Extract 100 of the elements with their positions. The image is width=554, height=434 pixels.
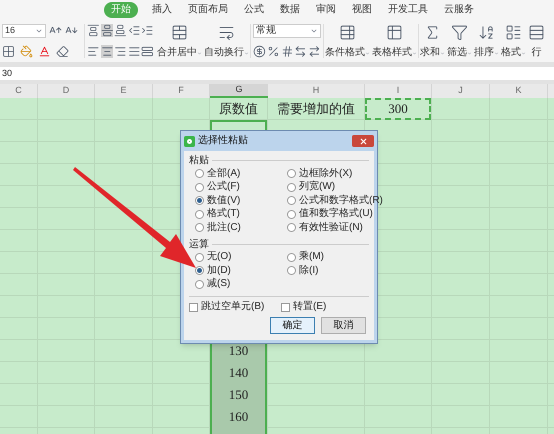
- ribbon-tab[interactable]: 审阅: [314, 2, 338, 18]
- checkbox-label: 转置(E): [293, 302, 326, 312]
- table-cell-text: 130: [228, 342, 250, 360]
- option-label: 值和数字格式(U): [299, 209, 373, 220]
- table-cell-text: 需要增加的值: [276, 100, 356, 118]
- dialog-title: 选择性粘贴: [198, 136, 248, 146]
- align-right-icon[interactable]: [114, 45, 127, 58]
- caret-icon: [521, 50, 526, 56]
- option-label: 无(O): [207, 252, 232, 262]
- align-bottom-icon[interactable]: [114, 24, 127, 37]
- border-icon[interactable]: [2, 45, 15, 58]
- ribbon-tab[interactable]: 公式: [242, 2, 266, 18]
- increase-decimal-icon[interactable]: [294, 45, 308, 58]
- radio-button[interactable]: [287, 196, 296, 206]
- justify-icon[interactable]: [128, 45, 140, 58]
- option-label: 列宽(W): [299, 182, 336, 192]
- caret-icon: [197, 50, 202, 56]
- radio-button[interactable]: [287, 223, 296, 232]
- percent-icon[interactable]: [266, 45, 280, 58]
- radio-button[interactable]: [195, 182, 204, 192]
- indent-decrease-icon[interactable]: [128, 24, 140, 37]
- radio-button[interactable]: [287, 182, 296, 192]
- ribbon-tab[interactable]: 页面布局: [186, 2, 230, 18]
- align-top-icon[interactable]: [87, 24, 100, 37]
- caret-icon: [494, 50, 499, 56]
- ribbon-button[interactable]: 筛选: [447, 48, 472, 58]
- align-middle-icon[interactable]: [100, 24, 114, 37]
- ribbon-button[interactable]: 格式: [501, 48, 526, 58]
- radio-button[interactable]: [195, 266, 204, 276]
- table-cell-text: 140: [228, 364, 250, 382]
- close-button[interactable]: [352, 135, 374, 147]
- ribbon-tab[interactable]: 数据: [278, 2, 302, 18]
- fill-color-icon[interactable]: [20, 45, 33, 58]
- table-icon[interactable]: [339, 24, 356, 41]
- cancel-button[interactable]: 取消: [321, 317, 366, 334]
- checkbox-label: 跳过空单元(B): [201, 302, 264, 312]
- option-label: 数值(V): [207, 196, 240, 206]
- option-label: 乘(M): [299, 252, 324, 262]
- caret-icon: [244, 50, 249, 56]
- number-format-dropdown[interactable]: 常规: [253, 24, 321, 38]
- ribbon-tab[interactable]: 插入: [150, 2, 174, 18]
- radio-button[interactable]: [195, 210, 204, 219]
- ribbon-button[interactable]: 行: [532, 48, 542, 58]
- caret-icon: [440, 50, 445, 56]
- ribbon-button[interactable]: 排序: [474, 48, 499, 58]
- ribbon-button[interactable]: 求和: [420, 48, 445, 58]
- radio-button[interactable]: [287, 252, 296, 262]
- option-label: 除(I): [299, 266, 318, 276]
- indent-increase-icon[interactable]: [141, 24, 154, 37]
- ok-button[interactable]: 确定: [270, 317, 315, 334]
- ribbon-tab[interactable]: 视图: [350, 2, 374, 18]
- table-icon[interactable]: [505, 24, 522, 41]
- font-color-icon[interactable]: [38, 45, 51, 58]
- ribbon-button[interactable]: 条件格式: [325, 48, 370, 58]
- formula-bar-value[interactable]: 30: [2, 66, 12, 80]
- table-cell-text: 160: [228, 408, 250, 426]
- ribbon-button[interactable]: 表格样式: [372, 48, 417, 58]
- ribbon-button[interactable]: 自动换行: [204, 48, 249, 58]
- radio-button[interactable]: [195, 223, 204, 232]
- checkbox[interactable]: [281, 302, 290, 312]
- option-label: 公式(F): [207, 182, 240, 192]
- app-icon: [184, 136, 195, 146]
- table-cell-text: 150: [228, 386, 250, 404]
- caret-icon: [467, 50, 472, 56]
- column-header[interactable]: G: [210, 84, 268, 98]
- radio-button[interactable]: [195, 169, 204, 178]
- option-label: 边框除外(X): [299, 168, 352, 179]
- radio-button[interactable]: [287, 210, 296, 219]
- thousands-icon[interactable]: [280, 45, 294, 58]
- merge-cells-icon[interactable]: [171, 24, 188, 41]
- option-label: 有效性验证(N): [299, 222, 363, 233]
- table-icon[interactable]: [386, 24, 403, 41]
- radio-button[interactable]: [287, 266, 296, 276]
- ribbon-tab[interactable]: 云服务: [442, 2, 476, 18]
- section-label: 粘贴: [189, 154, 209, 167]
- radio-button[interactable]: [195, 280, 204, 289]
- radio-button[interactable]: [195, 196, 204, 206]
- option-label: 批注(C): [207, 222, 241, 233]
- currency-icon[interactable]: [253, 45, 266, 58]
- filter-icon[interactable]: [451, 24, 468, 41]
- table-cell-text: 原数值: [218, 100, 259, 118]
- eraser-icon[interactable]: [56, 45, 69, 58]
- align-left-icon[interactable]: [87, 45, 100, 58]
- radio-button[interactable]: [287, 169, 296, 178]
- ribbon-button[interactable]: 合并居中: [157, 48, 202, 58]
- radio-button[interactable]: [195, 252, 204, 262]
- font-size-field[interactable]: 16: [2, 24, 46, 38]
- option-label: 公式和数字格式(R): [299, 196, 383, 206]
- checkbox[interactable]: [189, 302, 198, 312]
- distribute-icon[interactable]: [141, 45, 154, 58]
- align-center-icon[interactable]: [100, 45, 114, 58]
- sort-icon[interactable]: [478, 24, 495, 41]
- decrease-decimal-icon[interactable]: [308, 45, 321, 58]
- copied-cell: 300: [365, 98, 431, 120]
- ribbon-tab[interactable]: 开发工具: [386, 2, 430, 18]
- close-icon: [358, 136, 368, 146]
- section-label: 运算: [189, 238, 209, 250]
- option-label: 全部(A): [207, 168, 240, 179]
- rows-icon[interactable]: [528, 24, 545, 41]
- caret-icon: [412, 50, 417, 56]
